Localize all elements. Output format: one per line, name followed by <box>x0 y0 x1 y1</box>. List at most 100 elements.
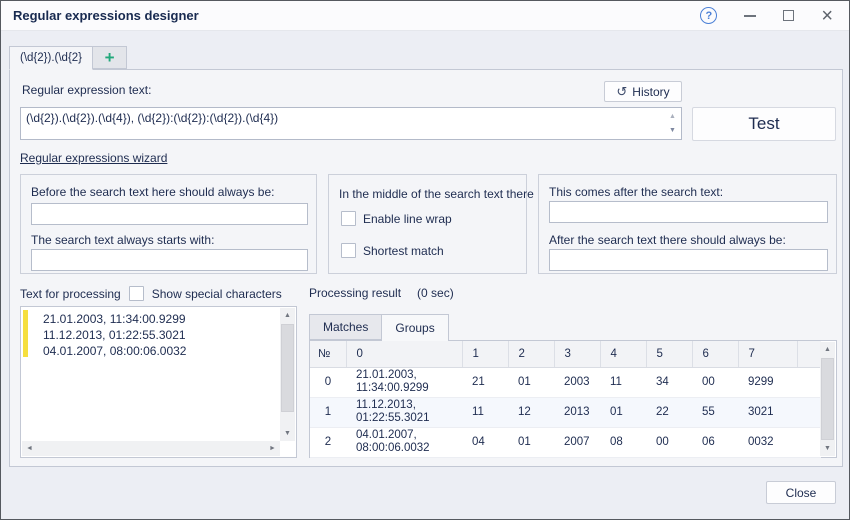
column-header[interactable]: № <box>310 341 346 367</box>
tab-regex-expression[interactable]: (\d{2}).(\d{2} <box>9 46 93 70</box>
group-cell: 12 <box>508 397 554 427</box>
group-cell: 11 <box>600 367 646 397</box>
before-text-input[interactable] <box>31 203 308 225</box>
regex-designer-window: Regular expressions designer ? × (\d{2})… <box>0 0 850 520</box>
help-icon[interactable]: ? <box>700 7 717 24</box>
titlebar: Regular expressions designer ? × <box>1 1 849 31</box>
scroll-down-icon[interactable]: ▼ <box>820 441 835 456</box>
row-index-cell: 2 <box>310 427 346 457</box>
processing-result-header: Processing result (0 sec) <box>309 286 454 300</box>
column-header[interactable]: 4 <box>600 341 646 367</box>
scrollbar-thumb[interactable] <box>821 358 834 440</box>
plus-icon: + <box>105 49 115 66</box>
group-cell: 2013 <box>554 397 600 427</box>
designer-panel: Regular expression text: ↺ History ▲ ▼ T… <box>9 69 843 467</box>
scroll-left-icon[interactable]: ◄ <box>22 441 37 456</box>
column-header[interactable]: 3 <box>554 341 600 367</box>
spinner-up-icon[interactable]: ▲ <box>669 113 676 120</box>
maximize-icon[interactable] <box>783 10 794 21</box>
processing-result-label: Processing result <box>309 286 401 300</box>
text-processing-area[interactable]: 21.01.2003, 11:34:00.929911.12.2013, 01:… <box>20 306 297 458</box>
window-controls: ? × <box>700 7 849 24</box>
row-index-cell: 0 <box>310 367 346 397</box>
group-cell <box>797 367 821 397</box>
textbox-vertical-scrollbar[interactable]: ▲ ▼ <box>280 308 295 441</box>
textbox-horizontal-scrollbar[interactable]: ◄ ► <box>22 441 280 456</box>
table-row[interactable]: 111.12.2013, 01:22:55.302111122013012255… <box>310 397 821 427</box>
comes-after-label: This comes after the search text: <box>549 185 723 199</box>
table-row[interactable]: 204.01.2007, 08:00:06.003204012007080006… <box>310 427 821 457</box>
comes-after-input[interactable] <box>549 201 828 223</box>
group-cell <box>797 397 821 427</box>
add-tab-button[interactable]: + <box>93 46 127 69</box>
minimize-icon[interactable] <box>744 15 756 17</box>
test-button[interactable]: Test <box>692 107 836 141</box>
regex-input-wrap: ▲ ▼ <box>20 107 682 140</box>
match-cell: 04.01.2007, 08:00:06.0032 <box>346 427 462 457</box>
groups-result-table: №01234567 021.01.2003, 11:34:00.92992101… <box>310 341 821 458</box>
group-cell: 0032 <box>738 427 797 457</box>
match-cell: 21.01.2003, 11:34:00.9299 <box>346 367 462 397</box>
match-marker-stripe <box>23 310 28 357</box>
group-cell: 01 <box>508 367 554 397</box>
scrollbar-thumb[interactable] <box>281 324 294 412</box>
group-cell: 01 <box>600 397 646 427</box>
column-header[interactable]: 5 <box>646 341 692 367</box>
expression-tabs: (\d{2}).(\d{2} + <box>9 46 127 70</box>
middle-title-label: In the middle of the search text there <box>339 187 534 201</box>
after-always-input[interactable] <box>549 249 828 271</box>
starts-with-label: The search text always starts with: <box>31 233 214 247</box>
text-processing-header: Text for processing Show special charact… <box>20 286 282 301</box>
column-header[interactable]: 7 <box>738 341 797 367</box>
close-icon[interactable]: × <box>821 9 833 23</box>
group-cell: 3021 <box>738 397 797 427</box>
groups-result-table-container: №01234567 021.01.2003, 11:34:00.92992101… <box>309 340 837 458</box>
regex-input[interactable] <box>20 107 682 140</box>
before-text-label: Before the search text here should alway… <box>31 185 274 199</box>
spinner-down-icon[interactable]: ▼ <box>669 127 676 134</box>
group-cell: 08 <box>600 427 646 457</box>
column-header[interactable]: 0 <box>346 341 462 367</box>
scroll-down-icon[interactable]: ▼ <box>280 426 295 441</box>
group-cell: 00 <box>646 427 692 457</box>
special-chars-label: Show special characters <box>152 287 282 301</box>
group-cell <box>797 427 821 457</box>
column-header[interactable]: 6 <box>692 341 738 367</box>
column-header[interactable]: 1 <box>462 341 508 367</box>
history-button[interactable]: ↺ History <box>604 81 682 102</box>
tab-groups[interactable]: Groups <box>382 314 448 341</box>
text-line: 21.01.2003, 11:34:00.9299 <box>43 311 186 327</box>
special-chars-checkbox[interactable] <box>129 286 144 301</box>
column-header[interactable]: 2 <box>508 341 554 367</box>
group-cell: 11 <box>462 397 508 427</box>
after-always-label: After the search text there should alway… <box>549 233 786 247</box>
table-vertical-scrollbar[interactable]: ▲ ▼ <box>820 342 835 456</box>
shortest-match-label: Shortest match <box>363 244 444 258</box>
group-cell: 22 <box>646 397 692 427</box>
group-cell: 06 <box>692 427 738 457</box>
results-table-body: 021.01.2003, 11:34:00.929921012003113400… <box>310 367 821 457</box>
regex-spinner: ▲ ▼ <box>665 109 680 138</box>
line-wrap-checkbox[interactable] <box>341 211 356 226</box>
scroll-up-icon[interactable]: ▲ <box>820 342 835 357</box>
close-button[interactable]: Close <box>766 481 836 504</box>
match-cell: 11.12.2013, 01:22:55.3021 <box>346 397 462 427</box>
group-cell: 34 <box>646 367 692 397</box>
text-line: 11.12.2013, 01:22:55.3021 <box>43 327 186 343</box>
scroll-right-icon[interactable]: ► <box>265 441 280 456</box>
shortest-match-row: Shortest match <box>341 243 444 258</box>
after-search-groupbox: This comes after the search text: After … <box>538 174 837 274</box>
row-index-cell: 1 <box>310 397 346 427</box>
history-icon: ↺ <box>616 85 627 98</box>
middle-search-groupbox: In the middle of the search text there E… <box>328 174 527 274</box>
column-header-filler <box>797 341 821 367</box>
history-button-label: History <box>632 85 669 99</box>
result-tabs: Matches Groups <box>309 314 449 341</box>
regex-wizard-link[interactable]: Regular expressions wizard <box>20 151 167 165</box>
results-table-header-row: №01234567 <box>310 341 821 367</box>
starts-with-input[interactable] <box>31 249 308 271</box>
tab-matches[interactable]: Matches <box>309 314 382 340</box>
shortest-match-checkbox[interactable] <box>341 243 356 258</box>
table-row[interactable]: 021.01.2003, 11:34:00.929921012003113400… <box>310 367 821 397</box>
scroll-up-icon[interactable]: ▲ <box>280 308 295 323</box>
